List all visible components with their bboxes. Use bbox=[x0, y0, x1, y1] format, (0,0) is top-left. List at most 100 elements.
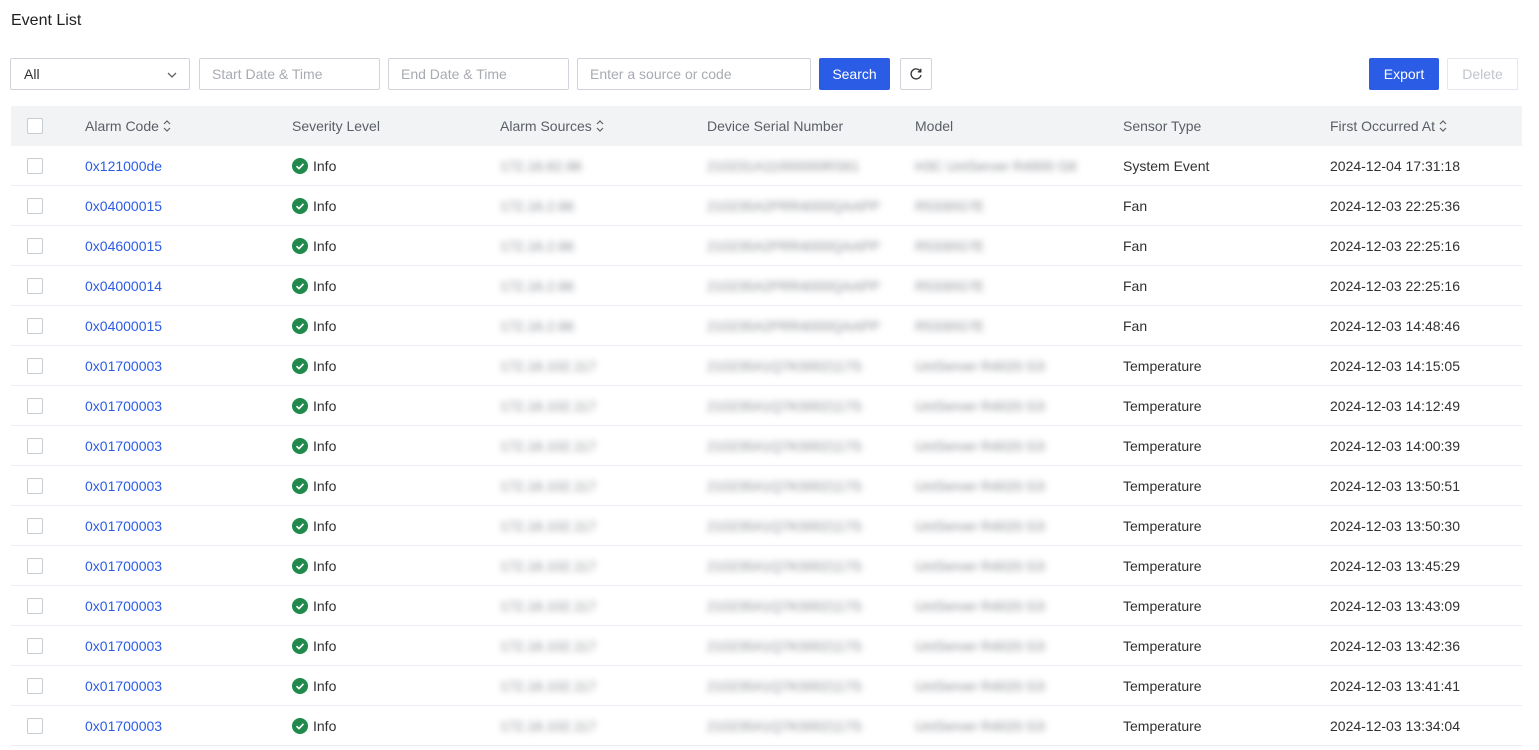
alarm-code-link[interactable]: 0x01700003 bbox=[85, 426, 162, 466]
table-row[interactable]: 0x04000015 Info 172.16.2.66 210235A2PRR4… bbox=[11, 186, 1522, 226]
info-check-icon bbox=[292, 358, 308, 374]
select-all-cell bbox=[27, 106, 43, 146]
sensor-type: Temperature bbox=[1123, 558, 1202, 574]
row-checkbox[interactable] bbox=[27, 638, 43, 654]
table-row[interactable]: 0x01700003 Info 172.16.102.117 210235A1Q… bbox=[11, 666, 1522, 706]
severity-label: Info bbox=[313, 158, 337, 174]
model: UniServer R4020 G3 bbox=[915, 398, 1045, 414]
alarm-code-link[interactable]: 0x01700003 bbox=[85, 466, 162, 506]
row-checkbox[interactable] bbox=[27, 438, 43, 454]
table-row[interactable]: 0x121000de Info 172.16.62.96 210231A1100… bbox=[11, 146, 1522, 186]
alarm-source: 172.16.102.117 bbox=[500, 398, 597, 414]
model: R5330G7E bbox=[915, 238, 985, 254]
alarm-code-link[interactable]: 0x121000de bbox=[85, 146, 162, 186]
row-checkbox[interactable] bbox=[27, 558, 43, 574]
row-checkbox[interactable] bbox=[27, 158, 43, 174]
level-filter-value: All bbox=[24, 66, 40, 82]
severity-label: Info bbox=[313, 238, 337, 254]
header-alarm-code[interactable]: Alarm Code bbox=[85, 106, 172, 146]
row-checkbox[interactable] bbox=[27, 238, 43, 254]
row-checkbox[interactable] bbox=[27, 278, 43, 294]
first-occurred-at: 2024-12-04 17:31:18 bbox=[1330, 158, 1460, 174]
alarm-code-link[interactable]: 0x01700003 bbox=[85, 706, 162, 746]
severity-cell: Info bbox=[292, 346, 336, 386]
severity-cell: Info bbox=[292, 146, 336, 186]
model: R5330G7E bbox=[915, 278, 985, 294]
table-row[interactable]: 0x04000014 Info 172.16.2.66 210235A2PRR4… bbox=[11, 266, 1522, 306]
alarm-code-link[interactable]: 0x01700003 bbox=[85, 506, 162, 546]
refresh-button[interactable] bbox=[900, 58, 932, 90]
model: UniServer R4020 G3 bbox=[915, 518, 1045, 534]
start-date-input[interactable] bbox=[199, 58, 380, 90]
sensor-type: Temperature bbox=[1123, 398, 1202, 414]
row-checkbox[interactable] bbox=[27, 358, 43, 374]
alarm-code-link[interactable]: 0x01700003 bbox=[85, 666, 162, 706]
table-row[interactable]: 0x01700003 Info 172.16.102.117 210235A1Q… bbox=[11, 466, 1522, 506]
export-button[interactable]: Export bbox=[1369, 58, 1439, 90]
sort-icon bbox=[596, 120, 604, 132]
table-row[interactable]: 0x01700003 Info 172.16.102.117 210235A1Q… bbox=[11, 706, 1522, 746]
table-row[interactable]: 0x04000015 Info 172.16.2.66 210235A2PRR4… bbox=[11, 306, 1522, 346]
row-checkbox[interactable] bbox=[27, 478, 43, 494]
model: H3C UniServer R4900 G6 bbox=[915, 158, 1077, 174]
table-row[interactable]: 0x01700003 Info 172.16.102.117 210235A1Q… bbox=[11, 546, 1522, 586]
first-occurred-at: 2024-12-03 13:42:36 bbox=[1330, 638, 1460, 654]
severity-cell: Info bbox=[292, 226, 336, 266]
model: UniServer R4020 G3 bbox=[915, 558, 1045, 574]
first-occurred-at: 2024-12-03 14:12:49 bbox=[1330, 398, 1460, 414]
row-checkbox[interactable] bbox=[27, 718, 43, 734]
table-row[interactable]: 0x01700003 Info 172.16.102.117 210235A1Q… bbox=[11, 506, 1522, 546]
alarm-code-link[interactable]: 0x01700003 bbox=[85, 546, 162, 586]
table-row[interactable]: 0x01700003 Info 172.16.102.117 210235A1Q… bbox=[11, 626, 1522, 666]
first-occurred-at: 2024-12-03 22:25:16 bbox=[1330, 238, 1460, 254]
table-row[interactable]: 0x01700003 Info 172.16.102.117 210235A1Q… bbox=[11, 346, 1522, 386]
alarm-code-link[interactable]: 0x01700003 bbox=[85, 586, 162, 626]
row-checkbox-cell bbox=[27, 426, 43, 466]
level-filter-select[interactable]: All bbox=[10, 58, 190, 90]
info-check-icon bbox=[292, 398, 308, 414]
row-checkbox[interactable] bbox=[27, 318, 43, 334]
end-date-input[interactable] bbox=[388, 58, 569, 90]
select-all-checkbox[interactable] bbox=[27, 118, 43, 134]
alarm-code-link[interactable]: 0x04000014 bbox=[85, 266, 162, 306]
device-serial: 210235A2PRR4000QAAPP bbox=[707, 278, 880, 294]
table-row[interactable]: 0x01700003 Info 172.16.102.117 210235A1Q… bbox=[11, 386, 1522, 426]
header-alarm-sources[interactable]: Alarm Sources bbox=[500, 106, 605, 146]
alarm-code-link[interactable]: 0x04600015 bbox=[85, 226, 162, 266]
header-first-occurred[interactable]: First Occurred At bbox=[1330, 106, 1448, 146]
delete-button[interactable]: Delete bbox=[1447, 58, 1518, 90]
alarm-code-link[interactable]: 0x04000015 bbox=[85, 186, 162, 226]
info-check-icon bbox=[292, 158, 308, 174]
device-serial: 210235A1Q7K0002117S bbox=[707, 718, 862, 734]
table-row[interactable]: 0x04600015 Info 172.16.2.66 210235A2PRR4… bbox=[11, 226, 1522, 266]
search-button[interactable]: Search bbox=[819, 58, 890, 90]
table-row[interactable]: 0x01700003 Info 172.16.102.117 210235A1Q… bbox=[11, 586, 1522, 626]
model: UniServer R4020 G3 bbox=[915, 358, 1045, 374]
info-check-icon bbox=[292, 438, 308, 454]
row-checkbox[interactable] bbox=[27, 398, 43, 414]
alarm-code-link[interactable]: 0x04000015 bbox=[85, 306, 162, 346]
alarm-code-link[interactable]: 0x01700003 bbox=[85, 386, 162, 426]
row-checkbox[interactable] bbox=[27, 598, 43, 614]
row-checkbox[interactable] bbox=[27, 518, 43, 534]
row-checkbox-cell bbox=[27, 386, 43, 426]
table-row[interactable]: 0x01700003 Info 172.16.102.117 210235A1Q… bbox=[11, 426, 1522, 466]
model: UniServer R4020 G3 bbox=[915, 478, 1045, 494]
severity-label: Info bbox=[313, 358, 337, 374]
alarm-code-link[interactable]: 0x01700003 bbox=[85, 346, 162, 386]
page-title: Event List bbox=[11, 12, 82, 29]
sensor-type: Fan bbox=[1123, 198, 1148, 214]
alarm-code-link[interactable]: 0x01700003 bbox=[85, 626, 162, 666]
severity-cell: Info bbox=[292, 706, 336, 746]
device-serial: 210235A1Q7K0002117S bbox=[707, 478, 862, 494]
row-checkbox-cell bbox=[27, 506, 43, 546]
device-serial: 210235A2PRR4000QAAPP bbox=[707, 238, 880, 254]
device-serial: 210235A1Q7K0002117S bbox=[707, 518, 862, 534]
search-input[interactable] bbox=[577, 58, 811, 90]
severity-label: Info bbox=[313, 278, 337, 294]
row-checkbox[interactable] bbox=[27, 198, 43, 214]
row-checkbox-cell bbox=[27, 546, 43, 586]
row-checkbox[interactable] bbox=[27, 678, 43, 694]
info-check-icon bbox=[292, 558, 308, 574]
device-serial: 210235A2PRR4000QAAPP bbox=[707, 198, 880, 214]
